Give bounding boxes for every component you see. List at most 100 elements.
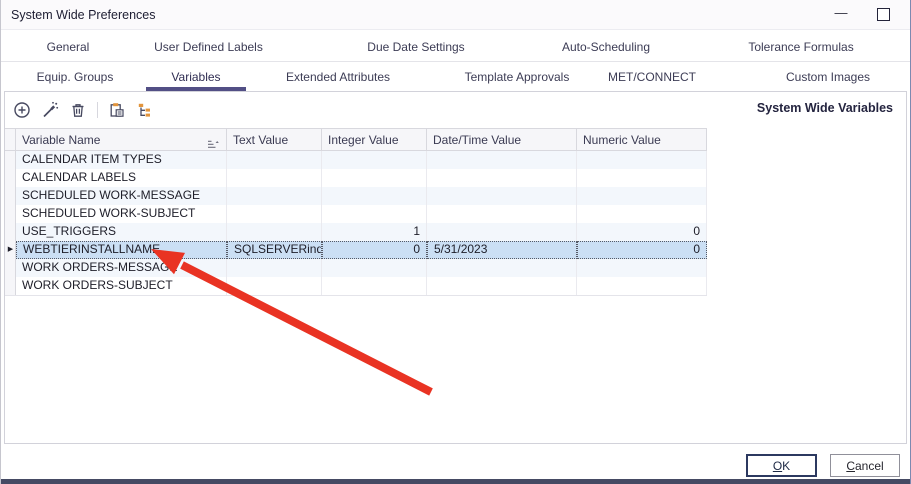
toolbar-separator (97, 102, 98, 118)
cell-date[interactable]: 5/31/2023 (427, 241, 577, 259)
window-title: System Wide Preferences (11, 0, 156, 30)
column-header-variable-name[interactable]: Variable Name (16, 129, 227, 150)
sort-ascending-icon[interactable] (207, 134, 219, 150)
row-selector[interactable] (5, 259, 16, 277)
cell-numeric[interactable] (577, 205, 707, 223)
variables-tab-page: System Wide Variables Variable Name Text… (4, 91, 907, 444)
tab-extended-attributes[interactable]: Extended Attributes (273, 63, 403, 91)
cell-integer[interactable] (322, 151, 427, 169)
wand-icon[interactable] (41, 101, 59, 119)
column-header-integer-value[interactable]: Integer Value (322, 129, 427, 150)
cell-text[interactable] (227, 277, 322, 295)
cell-date[interactable] (427, 223, 577, 241)
cell-name[interactable]: SCHEDULED WORK-MESSAGE (16, 187, 227, 205)
ok-button[interactable]: OK (746, 454, 817, 477)
cell-date[interactable] (427, 169, 577, 187)
delete-icon[interactable] (69, 101, 87, 119)
grid-toolbar (13, 98, 154, 122)
minimize-button[interactable]: — (824, 0, 858, 30)
cell-numeric[interactable] (577, 259, 707, 277)
table-row[interactable]: ▶WEBTIERINSTALLNAMESQLSERVERindysof05/31… (5, 241, 707, 259)
cancel-button[interactable]: Cancel (830, 454, 900, 477)
cell-text[interactable] (227, 169, 322, 187)
row-selector[interactable] (5, 205, 16, 223)
ok-label-rest: K (782, 459, 790, 473)
row-selector[interactable] (5, 151, 16, 169)
ok-label-key: O (773, 459, 782, 473)
tab-equip-groups[interactable]: Equip. Groups (15, 63, 135, 91)
selected-row-indicator[interactable]: ▶ (5, 241, 16, 259)
row-selector[interactable] (5, 187, 16, 205)
table-row[interactable]: SCHEDULED WORK-SUBJECT (5, 205, 707, 223)
cell-numeric[interactable] (577, 169, 707, 187)
cell-name[interactable]: SCHEDULED WORK-SUBJECT (16, 205, 227, 223)
cell-text[interactable] (227, 205, 322, 223)
cell-numeric[interactable] (577, 187, 707, 205)
cell-text[interactable] (227, 259, 322, 277)
cell-date[interactable] (427, 277, 577, 295)
header-gutter (5, 129, 16, 150)
variables-grid: Variable Name Text Value Integer Value D… (5, 128, 707, 296)
tree-icon[interactable] (136, 101, 154, 119)
add-icon[interactable] (13, 101, 31, 119)
cell-name[interactable]: CALENDAR ITEM TYPES (16, 151, 227, 169)
tab-variables[interactable]: Variables (146, 63, 246, 91)
tab-tolerance-formulas[interactable]: Tolerance Formulas (731, 32, 871, 61)
tab-strip-row1: General User Defined Labels Due Date Set… (1, 32, 910, 62)
tab-auto-scheduling[interactable]: Auto-Scheduling (536, 32, 676, 61)
paste-icon[interactable] (108, 101, 126, 119)
cell-date[interactable] (427, 205, 577, 223)
column-header-numeric-value[interactable]: Numeric Value (577, 129, 707, 150)
grid-body: CALENDAR ITEM TYPESCALENDAR LABELSSCHEDU… (5, 151, 707, 296)
tab-strip-row2: Equip. Groups Variables Extended Attribu… (1, 63, 910, 91)
row-selector[interactable] (5, 277, 16, 295)
title-bar: System Wide Preferences — (1, 0, 910, 30)
button-bar: OK Cancel (1, 444, 910, 479)
cell-integer[interactable] (322, 259, 427, 277)
cell-date[interactable] (427, 259, 577, 277)
system-wide-preferences-dialog: System Wide Preferences — General User D… (0, 0, 911, 484)
cell-text[interactable] (227, 187, 322, 205)
cell-integer[interactable] (322, 187, 427, 205)
panel-title: System Wide Variables (757, 101, 893, 115)
table-row[interactable]: SCHEDULED WORK-MESSAGE (5, 187, 707, 205)
table-row[interactable]: CALENDAR LABELS (5, 169, 707, 187)
table-row[interactable]: WORK ORDERS-SUBJECT (5, 277, 707, 295)
cell-integer[interactable] (322, 205, 427, 223)
row-selector[interactable] (5, 169, 16, 187)
cell-text[interactable] (227, 223, 322, 241)
cell-name[interactable]: USE_TRIGGERS (16, 223, 227, 241)
cell-name[interactable]: WORK ORDERS-SUBJECT (16, 277, 227, 295)
tab-user-defined-labels[interactable]: User Defined Labels (141, 32, 276, 61)
cell-integer[interactable] (322, 277, 427, 295)
cell-numeric[interactable] (577, 277, 707, 295)
tab-custom-images[interactable]: Custom Images (768, 63, 888, 91)
tab-met-connect[interactable]: MET/CONNECT (592, 63, 712, 91)
tab-template-approvals[interactable]: Template Approvals (452, 63, 582, 91)
cell-numeric[interactable]: 0 (577, 223, 707, 241)
minimize-icon: — (835, 5, 848, 20)
grid-header-row: Variable Name Text Value Integer Value D… (5, 128, 707, 151)
cell-numeric[interactable]: 0 (577, 241, 707, 259)
cell-name[interactable]: CALENDAR LABELS (16, 169, 227, 187)
column-header-datetime-value[interactable]: Date/Time Value (427, 129, 577, 150)
cell-date[interactable] (427, 187, 577, 205)
column-header-text-value[interactable]: Text Value (227, 129, 322, 150)
cell-name[interactable]: WEBTIERINSTALLNAME (16, 241, 227, 259)
table-row[interactable]: USE_TRIGGERS 1 0 (5, 223, 707, 241)
cell-integer[interactable] (322, 169, 427, 187)
cell-date[interactable] (427, 151, 577, 169)
tab-general[interactable]: General (5, 32, 131, 61)
row-selector[interactable] (5, 223, 16, 241)
cell-text[interactable] (227, 151, 322, 169)
maximize-button[interactable] (866, 0, 900, 30)
cell-numeric[interactable] (577, 151, 707, 169)
table-row[interactable]: WORK ORDERS-MESSAGE (5, 259, 707, 277)
cell-text[interactable]: SQLSERVERindysof (227, 241, 322, 259)
table-row[interactable]: CALENDAR ITEM TYPES (5, 151, 707, 169)
tab-due-date-settings[interactable]: Due Date Settings (346, 32, 486, 61)
cell-integer[interactable]: 1 (322, 223, 427, 241)
cell-integer[interactable]: 0 (322, 241, 427, 259)
cell-name[interactable]: WORK ORDERS-MESSAGE (16, 259, 227, 277)
maximize-icon (877, 8, 890, 21)
